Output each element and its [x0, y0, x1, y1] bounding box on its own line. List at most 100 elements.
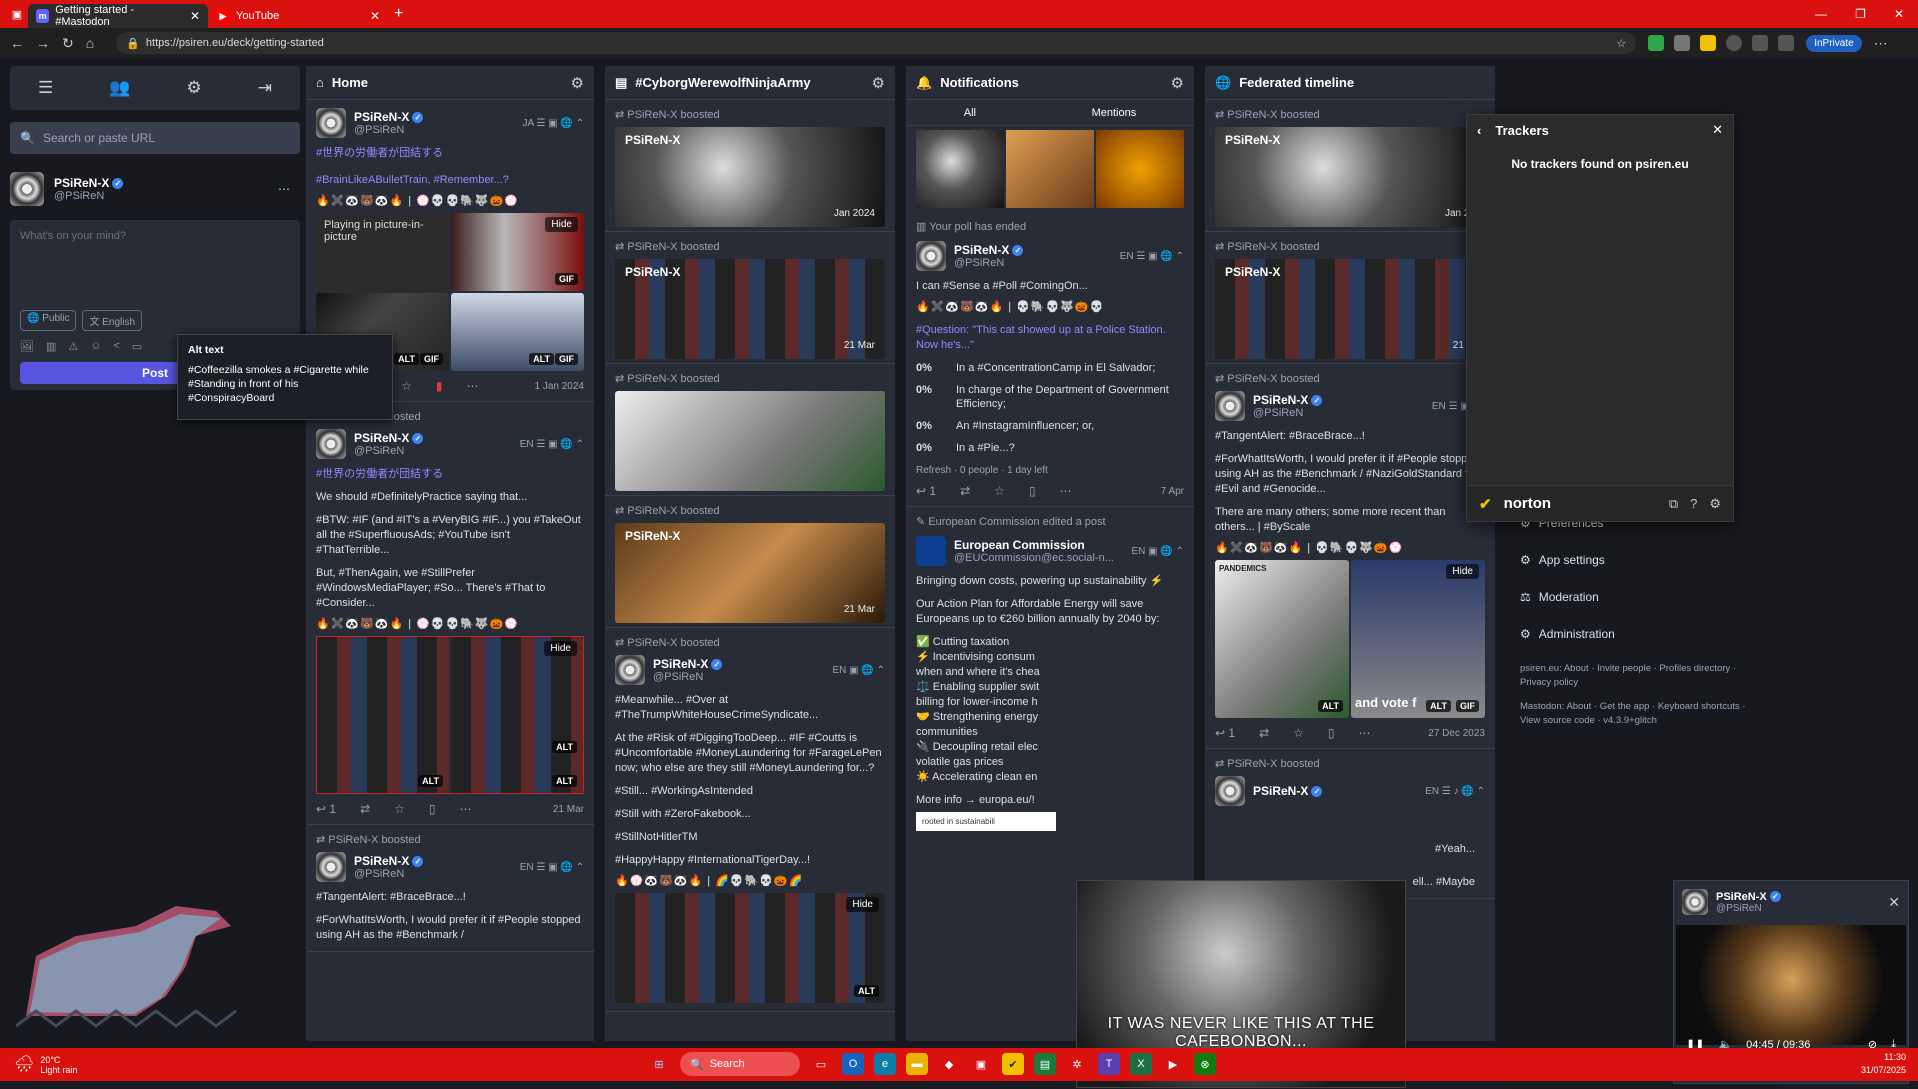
reply-button[interactable]: ↩ 1: [916, 484, 936, 498]
boost-button[interactable]: ⇄: [960, 484, 970, 498]
display-name[interactable]: PSiReN-X: [625, 133, 680, 147]
preferences-icon[interactable]: ⚙: [186, 78, 201, 98]
status-item[interactable]: ⇄ PSiReN-X boosted PSiReN-X Jan 2024: [605, 100, 895, 232]
more-button[interactable]: ⋯: [1359, 726, 1371, 740]
more-button[interactable]: ⋯: [467, 379, 479, 393]
media-image[interactable]: [916, 130, 1004, 208]
alt-badge[interactable]: ALT: [1426, 700, 1451, 712]
status-item[interactable]: ⇄ PSiReN-X boosted PSiReN-X 21 Mar: [605, 496, 895, 628]
norton-taskbar-icon[interactable]: ✔: [1002, 1053, 1024, 1075]
display-name[interactable]: PSiReN-X: [354, 854, 409, 868]
avatar[interactable]: [316, 108, 346, 138]
refresh-icon[interactable]: ↻: [62, 35, 74, 52]
video-frame[interactable]: [1676, 925, 1906, 1045]
media-image[interactable]: ALT GIF: [451, 293, 584, 371]
inprivate-badge[interactable]: InPrivate: [1806, 34, 1862, 52]
media-image[interactable]: PSiReN-X 21 Mar: [615, 523, 885, 623]
home-icon[interactable]: ⌂: [86, 35, 94, 51]
app-icon[interactable]: ▣: [970, 1053, 992, 1075]
media-image[interactable]: ALT: [317, 637, 449, 793]
more-icon[interactable]: ⋯: [1874, 35, 1888, 52]
alt-badge[interactable]: ALT: [552, 775, 577, 787]
status-date[interactable]: 7 Apr: [1161, 486, 1184, 497]
extensions-icon[interactable]: [1752, 35, 1769, 51]
app-icon[interactable]: ◆: [938, 1053, 960, 1075]
boost-button[interactable]: ⇄: [360, 802, 370, 816]
avatar[interactable]: [10, 172, 44, 206]
tab-all[interactable]: All: [964, 107, 976, 119]
more-info-link[interactable]: More info → europa.eu/!: [916, 793, 1184, 808]
status-item[interactable]: PSiReN-X ✓ @PSiReN EN ☰ ▣ 🌐 ⌃ I can #Sens…: [906, 241, 1194, 507]
system-clock[interactable]: 11:30 31/07/2025: [1861, 1051, 1906, 1077]
media-image[interactable]: [615, 391, 885, 491]
avatar[interactable]: [1215, 776, 1245, 806]
forward-icon[interactable]: →: [36, 35, 50, 51]
bookmark-button[interactable]: ▯: [1328, 726, 1335, 740]
status-line[interactable]: #BrainLikeABulletTrain, #Remember...?: [316, 173, 584, 188]
display-name[interactable]: PSiReN-X: [1716, 891, 1767, 903]
status-item[interactable]: ⇄ PSiReN-X boosted PSiReN-X ✓ EN ☰ ♪ 🌐 ⌃ …: [1205, 749, 1495, 899]
status-item[interactable]: ⇄ PSiReN-X boosted PSiReN-X✓ @PSiReN EN …: [1205, 364, 1495, 749]
settings-icon[interactable]: ⚙: [1171, 74, 1184, 92]
address-bar[interactable]: 🔒 https://psiren.eu/deck/getting-started…: [116, 32, 1637, 54]
minimize-icon[interactable]: —: [1815, 7, 1827, 21]
media-gallery[interactable]: [906, 126, 1194, 212]
media-image[interactable]: PANDEMICS ALT: [1215, 560, 1349, 718]
alt-badge[interactable]: ALT: [1318, 700, 1343, 712]
status-line[interactable]: #世界の労働者が団結する: [316, 146, 584, 161]
bookmark-icon[interactable]: ▭: [132, 340, 142, 353]
edge-icon[interactable]: e: [874, 1053, 896, 1075]
column-header[interactable]: 🔔 Notifications ⚙: [906, 66, 1194, 100]
search-input[interactable]: 🔍 Search or paste URL: [10, 122, 300, 154]
excel-icon[interactable]: X: [1130, 1053, 1152, 1075]
bookmark-button[interactable]: ▯: [429, 802, 436, 816]
teams-icon[interactable]: T: [1098, 1053, 1120, 1075]
help-icon[interactable]: ?: [1690, 496, 1697, 512]
media-image[interactable]: [1006, 130, 1094, 208]
back-icon[interactable]: ‹: [1477, 123, 1481, 138]
status-item[interactable]: ⇄ PSiReN-X boosted PSiReN-X✓ @PSiReN EN …: [605, 628, 895, 1012]
media-pip-placeholder[interactable]: Playing in picture-in-picture: [316, 213, 449, 291]
attach-media-icon[interactable]: 🖼: [20, 340, 34, 353]
avatar[interactable]: [316, 429, 346, 459]
close-icon[interactable]: ✕: [1888, 894, 1900, 911]
media-image[interactable]: PSiReN-X 21 M: [1215, 259, 1485, 359]
avatar[interactable]: [316, 852, 346, 882]
media-gallery[interactable]: Hide ALT: [615, 893, 885, 1003]
display-name[interactable]: PSiReN-X: [1225, 265, 1280, 279]
avatar[interactable]: [1682, 889, 1708, 915]
task-view-icon[interactable]: ▭: [810, 1053, 832, 1075]
logout-icon[interactable]: ⇥: [258, 78, 272, 98]
current-profile[interactable]: PSiReN-X ✓ @PSiReN ⋯: [10, 172, 300, 206]
outlook-icon[interactable]: O: [842, 1053, 864, 1075]
hide-media-button[interactable]: Hide: [544, 641, 577, 656]
media-image[interactable]: Hide ALT ALT: [451, 637, 583, 793]
display-name[interactable]: PSiReN-X: [954, 243, 1009, 257]
media-gallery[interactable]: PANDEMICS ALT Hide and vote f ALT GIF: [1215, 560, 1485, 718]
media-image[interactable]: Hide and vote f ALT GIF: [1351, 560, 1485, 718]
status-item[interactable]: ⇄ PSiReN-X boosted PSiReN-X Jan 20: [1205, 100, 1495, 232]
compose-textarea[interactable]: What's on your mind?: [20, 230, 290, 242]
mastodon-links[interactable]: Mastodon: About · Get the app · Keyboard…: [1520, 700, 1768, 728]
alt-badge[interactable]: ALT: [552, 741, 577, 753]
new-tab-icon[interactable]: +: [394, 5, 403, 23]
display-name[interactable]: PSiReN-X: [653, 657, 708, 671]
status-item[interactable]: ⇄ PSiReN-X boosted PSiReN-X✓ @PSiReN EN …: [306, 825, 594, 952]
poll-icon[interactable]: ▥: [46, 340, 56, 353]
column-header[interactable]: ⌂ Home ⚙: [306, 66, 594, 100]
status-item[interactable]: ⇄ PSiReN-X boosted PSiReN-X✓ @PSiReN EN …: [306, 402, 594, 825]
status-date[interactable]: Jan 2024: [834, 208, 875, 219]
favourite-button[interactable]: ☆: [401, 379, 412, 393]
favorites-icon[interactable]: [1778, 35, 1795, 51]
tab-mastodon[interactable]: m Getting started - #Mastodon ✕: [28, 4, 208, 28]
close-icon[interactable]: ✕: [1712, 122, 1723, 138]
display-name[interactable]: PSiReN-X: [1225, 133, 1280, 147]
status-item[interactable]: ⇄ PSiReN-X boosted: [605, 364, 895, 496]
bookmark-button[interactable]: ▯: [1029, 484, 1036, 498]
taskbar-search[interactable]: 🔍 Search: [680, 1052, 800, 1076]
back-icon[interactable]: ←: [10, 35, 24, 51]
menu-administration[interactable]: ⚙ Administration: [1506, 615, 1782, 652]
weather-widget[interactable]: 🌧 20°C Light rain: [0, 1055, 300, 1075]
settings-icon[interactable]: ⚙: [571, 74, 584, 92]
extension-icon[interactable]: [1726, 35, 1743, 51]
